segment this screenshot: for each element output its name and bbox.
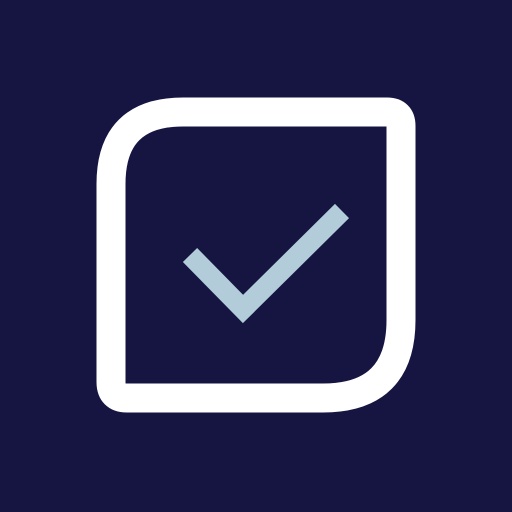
checkbox-checked-icon bbox=[0, 0, 512, 512]
icon-background bbox=[0, 0, 512, 512]
app-icon bbox=[0, 0, 512, 512]
